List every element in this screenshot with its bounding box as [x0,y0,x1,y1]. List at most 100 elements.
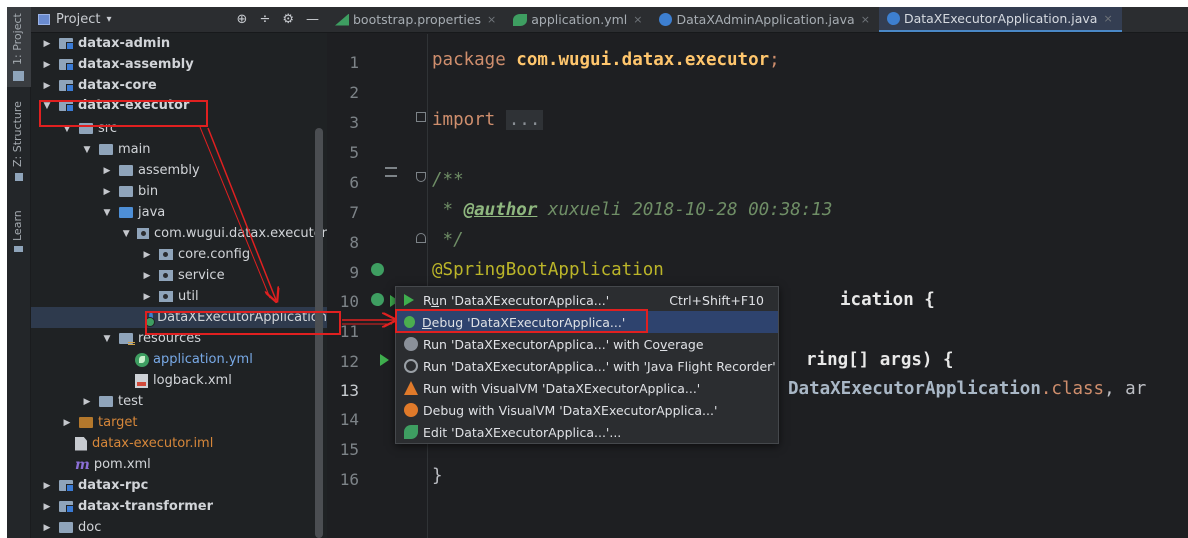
module-folder-icon [59,501,74,513]
tree-item[interactable]: ▶ target [31,412,327,433]
tree-item[interactable]: ▶ datax-transformer [31,496,327,517]
collapsed-arrow-icon[interactable]: ▶ [62,418,72,428]
comment-text: * [432,200,464,220]
collapsed-arrow-icon[interactable]: ▶ [42,481,52,491]
menu-item-debug[interactable]: Debug 'DataXExecutorApplica...' [396,311,778,333]
folder-icon [119,186,133,197]
tree-item[interactable]: ▶ assembly [31,160,327,181]
menu-item-run-flight-recorder[interactable]: Run 'DataXExecutorApplica...' with 'Java… [396,355,778,377]
fold-icon[interactable] [416,112,426,122]
close-icon[interactable]: × [1103,12,1112,25]
run-icon[interactable] [380,354,389,366]
code-line-16: } [432,466,443,486]
menu-item-edit-config[interactable]: Edit 'DataXExecutorApplica...'... [396,421,778,443]
close-icon[interactable]: × [487,13,496,26]
tree-item-label: core.config [178,247,251,262]
tree-item[interactable]: logback.xml [31,370,327,391]
tab-bootstrap-properties[interactable]: bootstrap.properties × [327,7,505,32]
spring-bean-icon[interactable] [371,293,384,306]
tree-item[interactable]: ▶ bin [31,181,327,202]
tree-scrollbar[interactable] [315,128,323,538]
close-icon[interactable]: × [633,13,642,26]
tab-dataxexecutorapplication[interactable]: DataXExecutorApplication.java × [878,7,1122,32]
expanded-arrow-icon[interactable]: ▼ [122,229,130,239]
tree-item[interactable]: ▼ java [31,202,327,223]
tree-item-label: pom.xml [93,457,151,472]
tree-item[interactable]: ▶ service [31,265,327,286]
tree-item[interactable]: application.yml [31,349,327,370]
keyword: import [432,110,506,130]
tree-item[interactable]: datax-executor.iml [31,433,327,454]
line-number: 15 [339,440,359,459]
tree-item[interactable]: ▶ core.config [31,244,327,265]
collapsed-arrow-icon[interactable]: ▶ [142,292,152,302]
close-icon[interactable]: × [861,13,870,26]
tree-item[interactable]: ▼ resources [31,328,327,349]
collapsed-arrow-icon[interactable]: ▶ [102,187,112,197]
line-number: 2 [349,83,359,102]
tree-item[interactable]: ▶ datax-admin [31,33,327,54]
hide-icon[interactable]: — [306,12,319,27]
tool-tab-structure[interactable]: Z: Structure [7,95,31,185]
tab-dataxadminapplication[interactable]: DataXAdminApplication.java × [651,7,878,32]
tool-tab-structure-label: Z: Structure [11,101,24,167]
tab-application-yml[interactable]: application.yml × [505,7,651,32]
package-icon [159,291,173,302]
coverage-icon [404,337,418,351]
menu-item-label: Debug 'DataXExecutorApplica...' [422,314,626,330]
collapsed-arrow-icon[interactable]: ▶ [142,271,152,281]
code-text: , ar [1104,379,1147,399]
tree-item[interactable]: ▶ datax-assembly [31,54,327,75]
excluded-folder-icon [79,417,93,428]
collapsed-arrow-icon[interactable]: ▶ [42,39,52,49]
run-icon [404,294,414,306]
tree-item[interactable]: DataXExecutorApplication [31,307,327,328]
collapse-all-icon[interactable]: ÷ [259,12,270,27]
expanded-arrow-icon[interactable]: ▼ [102,334,112,344]
tree-item[interactable]: ▶ doc [31,517,327,538]
module-folder-icon [59,59,74,71]
tree-item[interactable]: ▶ test [31,391,327,412]
menu-item-debug-visualvm[interactable]: Debug with VisualVM 'DataXExecutorApplic… [396,399,778,421]
collapsed-arrow-icon[interactable]: ▶ [82,397,92,407]
fold-icon[interactable] [416,172,426,182]
collapsed-arrow-icon[interactable]: ▶ [42,523,52,533]
tree-item[interactable]: ▼ datax-executor [31,95,327,116]
expanded-arrow-icon[interactable]: ▼ [42,101,52,111]
collapsed-arrow-icon[interactable]: ▶ [42,60,52,70]
collapsed-arrow-icon[interactable]: ▶ [102,166,112,176]
tree-item[interactable]: m pom.xml [31,454,327,475]
project-view-title[interactable]: Project [56,12,100,27]
tree-item-label: main [118,142,151,157]
chevron-down-icon[interactable]: ▾ [106,14,111,25]
spring-class-icon [886,12,900,25]
menu-item-run-coverage[interactable]: Run 'DataXExecutorApplica...' with Cover… [396,333,778,355]
tab-label: DataXExecutorApplication.java [903,11,1098,26]
collapsed-arrow-icon[interactable]: ▶ [42,502,52,512]
keyword: .class [1040,379,1105,399]
tree-item[interactable]: ▶ datax-core [31,75,327,96]
tree-item[interactable]: ▶ util [31,286,327,307]
expanded-arrow-icon[interactable]: ▼ [82,145,92,155]
tree-item[interactable]: ▶ datax-rpc [31,475,327,496]
maven-icon: m [75,456,90,473]
tool-tab-learn[interactable]: Learn [7,203,31,258]
expanded-arrow-icon[interactable]: ▼ [102,208,112,218]
resources-folder-icon [119,333,135,346]
tree-item-label: bin [138,184,159,199]
tree-item[interactable]: ▼ main [31,139,327,160]
expanded-arrow-icon[interactable]: ▼ [62,124,72,134]
implemented-icon[interactable] [385,167,397,177]
tree-item[interactable]: ▼ com.wugui.datax.executor [31,223,327,244]
tool-tab-project[interactable]: 1: Project [7,7,31,87]
collapsed-arrow-icon[interactable]: ▶ [142,250,152,260]
menu-item-run[interactable]: Run 'DataXExecutorApplica...' Ctrl+Shift… [396,289,778,311]
folded-imports[interactable]: ... [505,110,544,130]
gear-icon[interactable]: ⚙ [282,12,294,27]
fold-icon[interactable] [416,233,426,243]
spring-bean-icon[interactable] [371,263,384,276]
collapsed-arrow-icon[interactable]: ▶ [42,81,52,91]
tree-item[interactable]: ▼ src [31,118,327,139]
locate-icon[interactable]: ⊕ [237,12,248,27]
menu-item-run-visualvm[interactable]: Run with VisualVM 'DataXExecutorApplica.… [396,377,778,399]
